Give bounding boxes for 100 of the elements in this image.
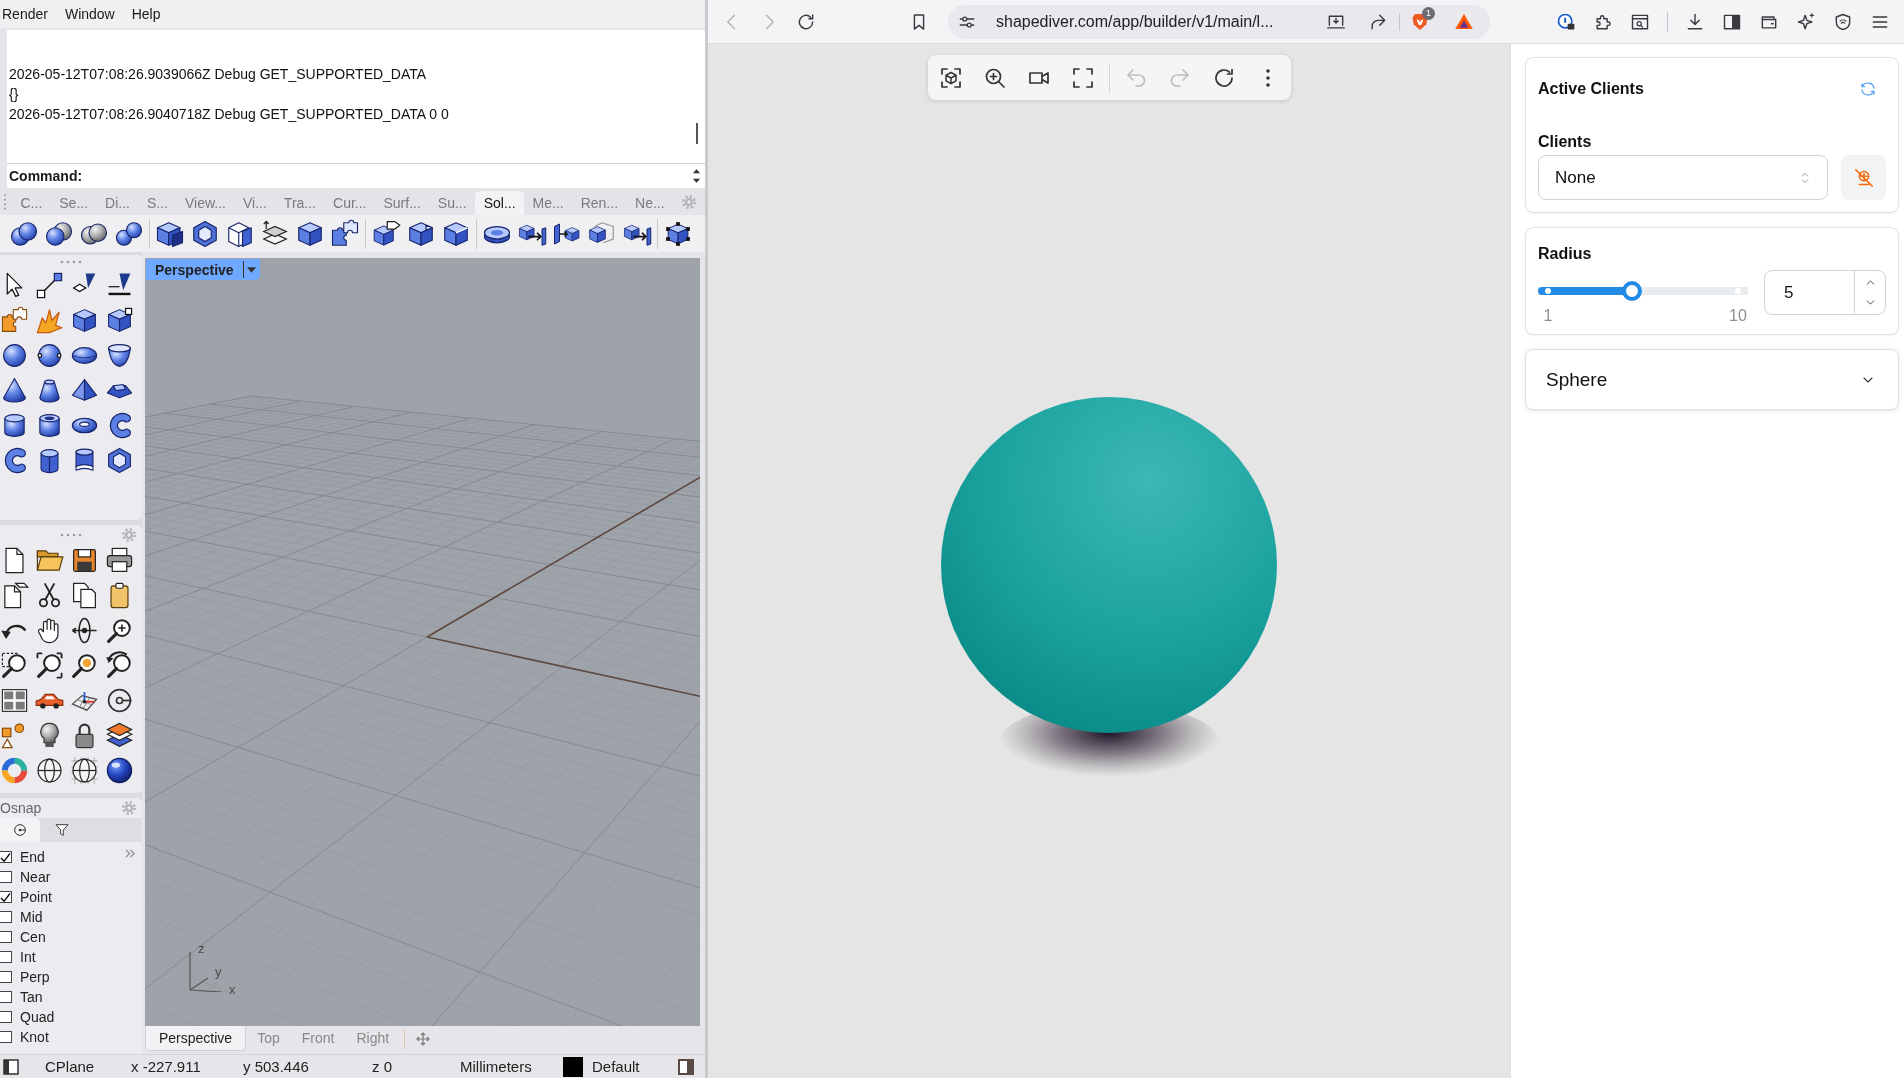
checkbox[interactable] bbox=[0, 991, 12, 1003]
slider-thumb[interactable] bbox=[1622, 281, 1643, 301]
toolbar-tab[interactable]: Su... bbox=[429, 191, 476, 215]
viewport-tab[interactable]: Right bbox=[345, 1026, 401, 1051]
panel-icon[interactable] bbox=[678, 1058, 694, 1075]
panel-icon[interactable] bbox=[3, 1058, 19, 1075]
checkbox[interactable] bbox=[0, 951, 12, 963]
panel-title: Osnap bbox=[0, 800, 42, 816]
rotate-icon[interactable] bbox=[105, 651, 134, 680]
checkbox[interactable] bbox=[0, 891, 12, 903]
viewport-title-button[interactable]: Perspective bbox=[146, 259, 260, 280]
shield-icon[interactable] bbox=[1833, 11, 1853, 32]
checkbox-label: Perp bbox=[20, 969, 50, 985]
menu-item[interactable]: Help bbox=[131, 6, 161, 22]
grid-sphere-icon[interactable] bbox=[70, 756, 99, 785]
refresh-icon[interactable] bbox=[1859, 80, 1877, 98]
toolbar-tab[interactable]: Vi... bbox=[234, 191, 276, 215]
hexagon-solid-icon[interactable] bbox=[105, 446, 134, 475]
log-line: 2026-05-12T07:08:26.9039066Z Debug GET_SUPPORTED_DATA bbox=[9, 65, 427, 84]
menu-item[interactable]: Render bbox=[2, 6, 48, 22]
checkbox[interactable] bbox=[0, 851, 12, 863]
sphere-icon[interactable] bbox=[105, 756, 134, 785]
toolbar-tab[interactable]: Surf... bbox=[375, 191, 430, 215]
toolbar-tab[interactable]: Ne... bbox=[626, 191, 674, 215]
slider-mark-icon bbox=[1545, 288, 1551, 294]
osnap-tab[interactable] bbox=[0, 818, 40, 842]
burst-icon[interactable] bbox=[35, 306, 64, 335]
toolbar-tab[interactable]: Ren... bbox=[572, 191, 627, 215]
units-label[interactable]: Millimeters bbox=[460, 1058, 532, 1075]
scroll-up-icon[interactable] bbox=[692, 168, 701, 174]
cube-icon[interactable] bbox=[371, 218, 401, 249]
checkbox[interactable] bbox=[0, 1011, 12, 1023]
zoom-extents-icon[interactable] bbox=[35, 651, 64, 680]
number-field[interactable]: 5 bbox=[1764, 270, 1886, 315]
checkbox-label: Knot bbox=[20, 1029, 49, 1045]
toolbar-tab[interactable]: Di... bbox=[96, 191, 139, 215]
sparkle-icon[interactable] bbox=[1796, 11, 1816, 32]
toolbar-tab[interactable]: Se... bbox=[50, 191, 97, 215]
menu-item[interactable]: Window bbox=[64, 6, 115, 22]
toolbar-tab[interactable]: C... bbox=[12, 191, 51, 215]
checkbox[interactable] bbox=[0, 1031, 12, 1043]
toolbar-tab[interactable]: View... bbox=[176, 191, 235, 215]
checkbox[interactable] bbox=[0, 971, 12, 983]
sphere-icon[interactable] bbox=[0, 341, 29, 370]
layers-icon[interactable] bbox=[105, 721, 134, 750]
checkbox-label: Mid bbox=[20, 909, 43, 925]
sphere-icon[interactable] bbox=[35, 341, 64, 370]
layer-name[interactable]: Default bbox=[592, 1058, 640, 1075]
viewport-tab[interactable]: Perspective bbox=[145, 1026, 247, 1051]
cube-icon[interactable] bbox=[70, 306, 99, 335]
grip-icon[interactable] bbox=[59, 259, 83, 264]
cplane-button[interactable]: CPlane bbox=[45, 1058, 95, 1075]
toolbar-tab[interactable]: Tra... bbox=[275, 191, 325, 215]
four-viewports-icon[interactable] bbox=[0, 686, 29, 715]
cube-icon[interactable] bbox=[105, 306, 134, 335]
checkbox[interactable] bbox=[0, 931, 12, 943]
toolbar-tab[interactable]: Cur... bbox=[324, 191, 375, 215]
viewport-tab[interactable]: Front bbox=[290, 1026, 346, 1051]
cone-icon[interactable] bbox=[0, 376, 29, 405]
checkbox[interactable] bbox=[0, 911, 12, 923]
target-icon[interactable] bbox=[105, 686, 134, 715]
fullscreen-icon[interactable] bbox=[1070, 65, 1095, 90]
lock-circle-icon[interactable] bbox=[1556, 11, 1576, 32]
toolbar-tab[interactable]: Sol... bbox=[475, 191, 525, 215]
line-icon[interactable] bbox=[35, 271, 64, 300]
grip-icon[interactable] bbox=[3, 193, 7, 211]
paraboloid-icon[interactable] bbox=[105, 341, 134, 370]
double-chevron-icon[interactable] bbox=[125, 849, 136, 858]
scrollbar[interactable] bbox=[695, 123, 698, 144]
tool-button[interactable] bbox=[1841, 155, 1886, 200]
download-icon[interactable] bbox=[1685, 11, 1705, 32]
coordinate-readout: z 0 bbox=[372, 1058, 392, 1075]
toolbar-tab[interactable]: S... bbox=[138, 191, 177, 215]
accordion-header[interactable]: Sphere bbox=[1525, 349, 1899, 410]
zoom-icon[interactable] bbox=[70, 651, 99, 680]
copy-icon[interactable] bbox=[70, 581, 99, 610]
coordinate-readout: x -227.911 bbox=[131, 1058, 201, 1075]
orbit-icon[interactable] bbox=[70, 616, 99, 645]
add-icon[interactable] bbox=[416, 1032, 431, 1046]
address-bar[interactable]: shapediver.com/app/builder/v1/main/l... 1 bbox=[948, 4, 1490, 39]
field-label: Radius bbox=[1538, 244, 1593, 264]
checkbox[interactable] bbox=[0, 871, 12, 883]
url-text[interactable]: shapediver.com/app/builder/v1/main/l... bbox=[996, 12, 1274, 31]
grip-icon[interactable] bbox=[59, 533, 83, 537]
zoom-window-icon[interactable] bbox=[0, 651, 29, 680]
reload-icon[interactable] bbox=[796, 11, 816, 32]
cube-frame-icon[interactable] bbox=[938, 65, 963, 90]
zoom-icon[interactable] bbox=[105, 616, 134, 645]
color-swatch-icon[interactable] bbox=[563, 1056, 583, 1077]
select-field[interactable]: None bbox=[1538, 155, 1828, 200]
puzzle-icon[interactable] bbox=[0, 306, 29, 335]
puzzle-icon[interactable] bbox=[330, 218, 360, 249]
checkbox-label: Int bbox=[20, 949, 36, 965]
printer-icon[interactable] bbox=[105, 546, 134, 575]
color-wheel-icon[interactable] bbox=[0, 756, 29, 785]
scroll-down-icon[interactable] bbox=[692, 178, 701, 184]
wireframe-sphere-icon[interactable] bbox=[35, 756, 64, 785]
viewport-tab[interactable]: Top bbox=[246, 1026, 291, 1051]
hexagon-solid-icon[interactable] bbox=[190, 218, 220, 249]
toolbar-tab[interactable]: Me... bbox=[524, 191, 573, 215]
